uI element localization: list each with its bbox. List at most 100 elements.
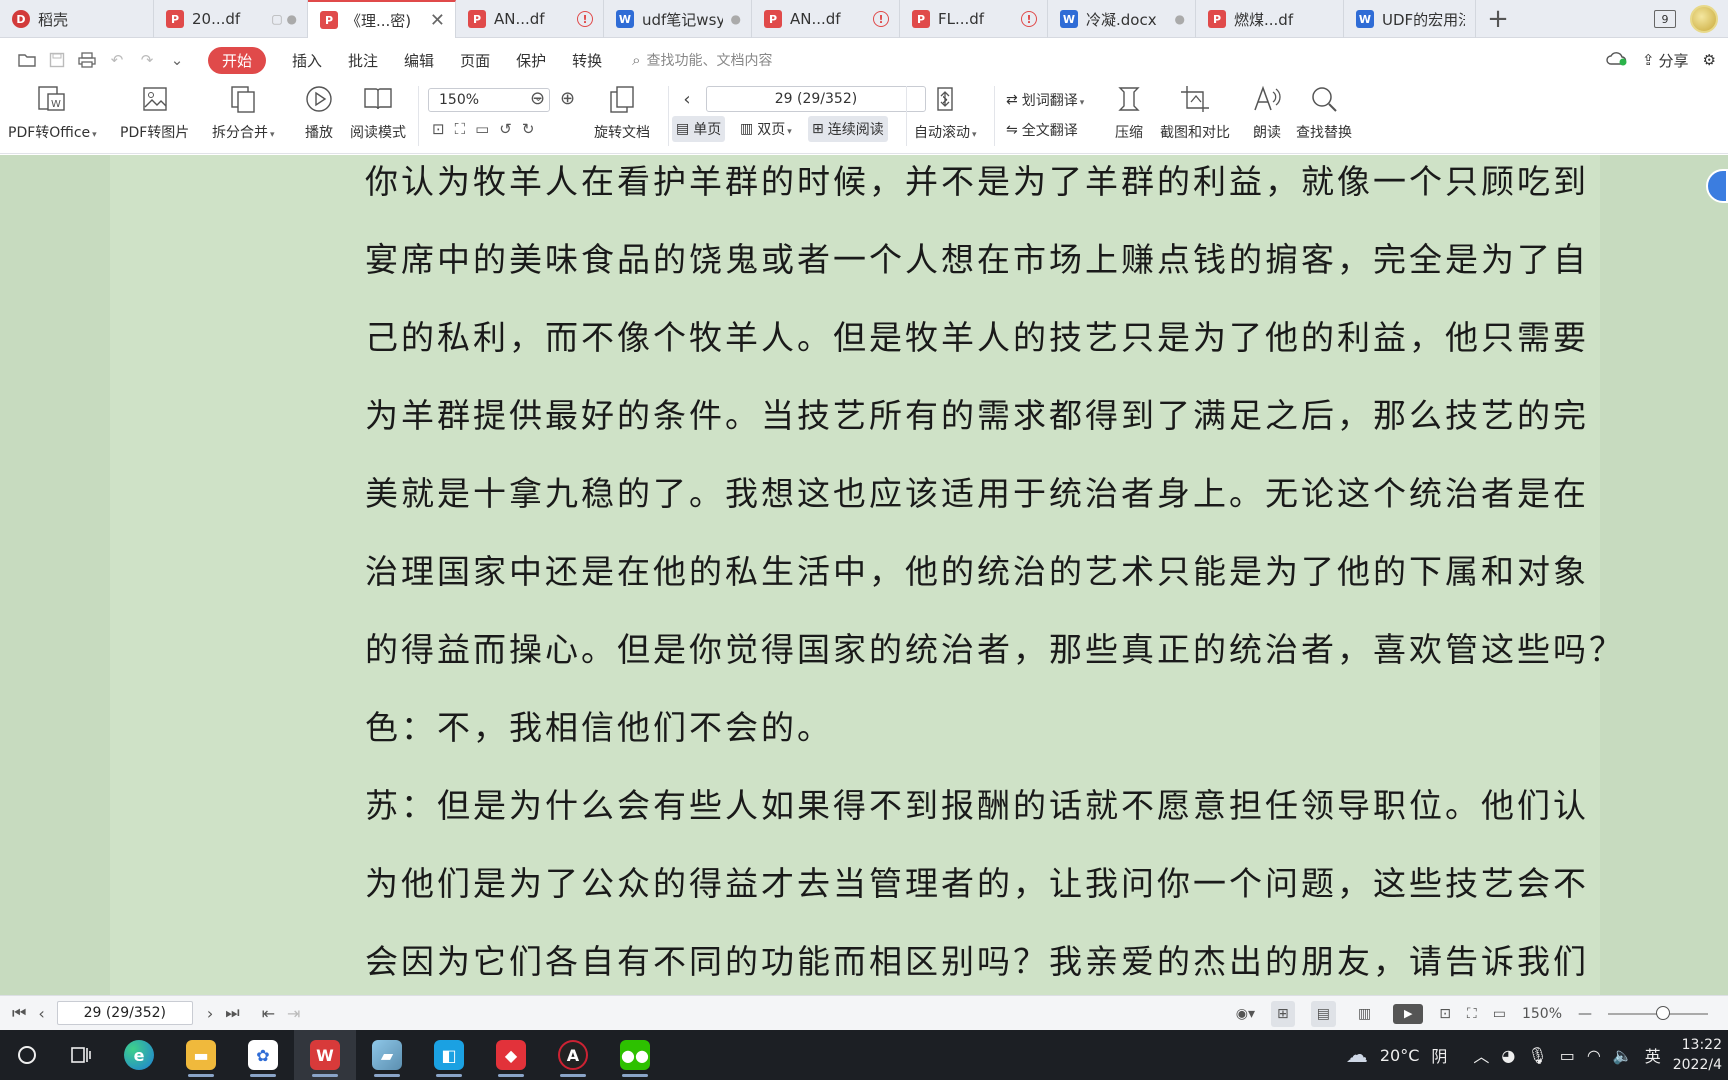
menu-annotate[interactable]: 批注 <box>348 50 378 71</box>
last-page-icon[interactable]: ⏭ <box>225 1003 239 1023</box>
menu-protect[interactable]: 保护 <box>516 50 546 71</box>
weather-temperature[interactable]: 20°C <box>1380 1046 1420 1065</box>
tab-document[interactable]: P AN...df ! <box>456 0 604 38</box>
zoom-out-icon[interactable]: ⊖ <box>530 88 545 109</box>
first-page-icon[interactable]: ⏮ <box>12 1003 26 1023</box>
forward-icon[interactable]: ⇥ <box>287 1004 300 1023</box>
rotate-right-icon[interactable]: ↻ <box>522 120 535 138</box>
task-view-button[interactable] <box>54 1030 108 1080</box>
previous-page-icon[interactable]: ‹ <box>678 89 696 110</box>
rotate-document-button[interactable]: 旋转文档 <box>594 82 650 142</box>
user-avatar[interactable] <box>1690 5 1718 33</box>
full-translate-button[interactable]: ⇋ 全文翻译 <box>1006 118 1078 142</box>
menu-page[interactable]: 页面 <box>460 50 490 71</box>
rotate-left-icon[interactable]: ↺ <box>499 120 512 138</box>
start-search-button[interactable] <box>0 1030 54 1080</box>
find-replace-button[interactable]: 查找替换 <box>1296 82 1352 142</box>
ansys-app[interactable]: A <box>542 1030 604 1080</box>
input-method-indicator[interactable]: 英 <box>1645 1043 1661 1067</box>
microphone-icon[interactable]: 🎙 <box>1527 1046 1547 1065</box>
tab-document[interactable]: P 燃煤...df <box>1196 0 1344 38</box>
play-slideshow-icon[interactable]: ▶ <box>1393 1003 1424 1024</box>
next-page-icon[interactable]: › <box>207 1004 213 1023</box>
fit-page-icon[interactable]: ⛶ <box>455 120 466 138</box>
pdf-to-image-button[interactable]: PDF转图片 <box>120 82 189 142</box>
save-icon[interactable] <box>44 47 70 73</box>
tab-daoke-home[interactable]: D 稻壳 <box>0 0 154 38</box>
volume-icon[interactable]: 🔈 <box>1613 1046 1633 1065</box>
notes-app[interactable]: ▰ <box>356 1030 418 1080</box>
auto-scroll-button[interactable]: 自动滚动 <box>914 82 977 142</box>
window-count-badge[interactable]: 9 <box>1654 10 1676 28</box>
play-button[interactable]: 播放 <box>302 82 336 142</box>
remote-app[interactable]: ◆ <box>480 1030 542 1080</box>
single-page-view-icon[interactable]: ▤ <box>1310 1000 1336 1027</box>
fit-width-icon[interactable]: ▭ <box>1493 1006 1506 1022</box>
tab-document[interactable]: P AN...df ! <box>752 0 900 38</box>
pdf-to-office-button[interactable]: W PDF转Office <box>8 82 97 142</box>
document-viewport[interactable]: 你认为牧羊人在看护羊群的时候，并不是为了羊群的利益，就像一个只顾吃到 宴席中的美… <box>0 155 1728 995</box>
tab-document[interactable]: P 20...df ▢ ● <box>154 0 308 38</box>
fit-width-icon[interactable]: ▭ <box>475 120 489 138</box>
zoom-minus-icon[interactable]: — <box>1578 1006 1592 1022</box>
continuous-reading-button[interactable]: ⊞ 连续阅读 <box>808 116 888 142</box>
floating-sidebar-toggle[interactable] <box>1706 169 1728 203</box>
single-page-view-button[interactable]: ▤ 单页 <box>672 116 726 142</box>
screenshot-compare-button[interactable]: 截图和对比 <box>1160 82 1230 142</box>
status-page-input[interactable]: 29 (29/352) <box>56 1001 193 1025</box>
zoom-in-icon[interactable]: ⊕ <box>560 88 575 109</box>
weather-description[interactable]: 阴 <box>1431 1043 1447 1067</box>
system-clock[interactable]: 13:22 2022/4 <box>1673 1035 1724 1075</box>
settings-gear-icon[interactable]: ⚙ <box>1703 51 1716 69</box>
zoom-slider-handle[interactable] <box>1656 1005 1670 1020</box>
menu-convert[interactable]: 转换 <box>572 50 602 71</box>
fit-page-icon[interactable]: ⛶ <box>1467 1006 1477 1022</box>
compress-button[interactable]: 压缩 <box>1112 82 1146 142</box>
eye-protection-icon[interactable]: ◉▾ <box>1236 1006 1255 1022</box>
battery-icon[interactable]: ▭ <box>1560 1046 1575 1065</box>
share-button[interactable]: ⇪ 分享 <box>1642 50 1689 71</box>
previous-page-icon[interactable]: ‹ <box>38 1004 44 1023</box>
close-tab-icon[interactable]: ✕ <box>430 10 445 31</box>
zoom-slider[interactable] <box>1608 1005 1708 1020</box>
read-aloud-button[interactable]: 朗读 <box>1250 82 1284 142</box>
double-page-view-button[interactable]: ▥ 双页 <box>736 116 796 142</box>
photo-app[interactable]: ✿ <box>232 1030 294 1080</box>
double-page-view-icon[interactable]: ▥ <box>1352 1001 1377 1027</box>
actual-size-icon[interactable]: ⊡ <box>1439 1006 1451 1022</box>
actual-size-icon[interactable]: ⊡ <box>432 120 445 138</box>
menu-edit[interactable]: 编辑 <box>404 50 434 71</box>
edge-browser-app[interactable]: e <box>108 1030 170 1080</box>
store-app[interactable]: ◧ <box>418 1030 480 1080</box>
continuous-view-icon[interactable]: ⊞ <box>1270 1000 1295 1027</box>
status-zoom-value[interactable]: 150% <box>1522 1006 1562 1022</box>
read-mode-button[interactable]: 阅读模式 <box>350 82 406 142</box>
cloud-sync-icon[interactable] <box>1606 50 1628 70</box>
customize-quick-access-icon[interactable]: ⌄ <box>164 47 190 73</box>
new-tab-button[interactable]: + <box>1476 0 1520 37</box>
word-translate-button[interactable]: ⇄ 划词翻译 <box>1006 88 1084 112</box>
menu-home[interactable]: 开始 <box>208 46 267 74</box>
tab-document[interactable]: W 冷凝.docx ● <box>1048 0 1196 38</box>
page-number-input[interactable]: 29 (29/352) <box>706 86 926 112</box>
weather-cloud-icon[interactable]: ☁ <box>1346 1043 1368 1068</box>
qq-penguin-icon[interactable]: ◕ <box>1501 1046 1515 1065</box>
back-icon[interactable]: ⇤ <box>262 1004 275 1023</box>
split-merge-button[interactable]: 拆分合并 <box>212 82 275 142</box>
undo-icon[interactable]: ↶ <box>104 47 130 73</box>
redo-icon[interactable]: ↷ <box>134 47 160 73</box>
print-icon[interactable] <box>74 47 100 73</box>
menu-insert[interactable]: 插入 <box>292 50 322 71</box>
tab-document[interactable]: P FL...df ! <box>900 0 1048 38</box>
open-folder-icon[interactable] <box>14 47 40 73</box>
tab-document-active[interactable]: P 《理...密) ✕ <box>308 0 456 38</box>
tab-document[interactable]: W udf笔记wsy ● <box>604 0 752 38</box>
wechat-app[interactable]: ●● <box>604 1030 666 1080</box>
feature-search[interactable]: ⌕ 查找功能、文档内容 <box>632 50 772 70</box>
unsaved-dot-icon: ▢ ● <box>271 12 297 26</box>
wps-office-app[interactable]: W <box>294 1030 356 1080</box>
tab-document[interactable]: W UDF的宏用法 <box>1344 0 1476 38</box>
file-explorer-app[interactable]: ▬ <box>170 1030 232 1080</box>
show-hidden-icons-icon[interactable]: ︿ <box>1473 1043 1489 1067</box>
wifi-icon[interactable]: ◠ <box>1587 1046 1601 1065</box>
